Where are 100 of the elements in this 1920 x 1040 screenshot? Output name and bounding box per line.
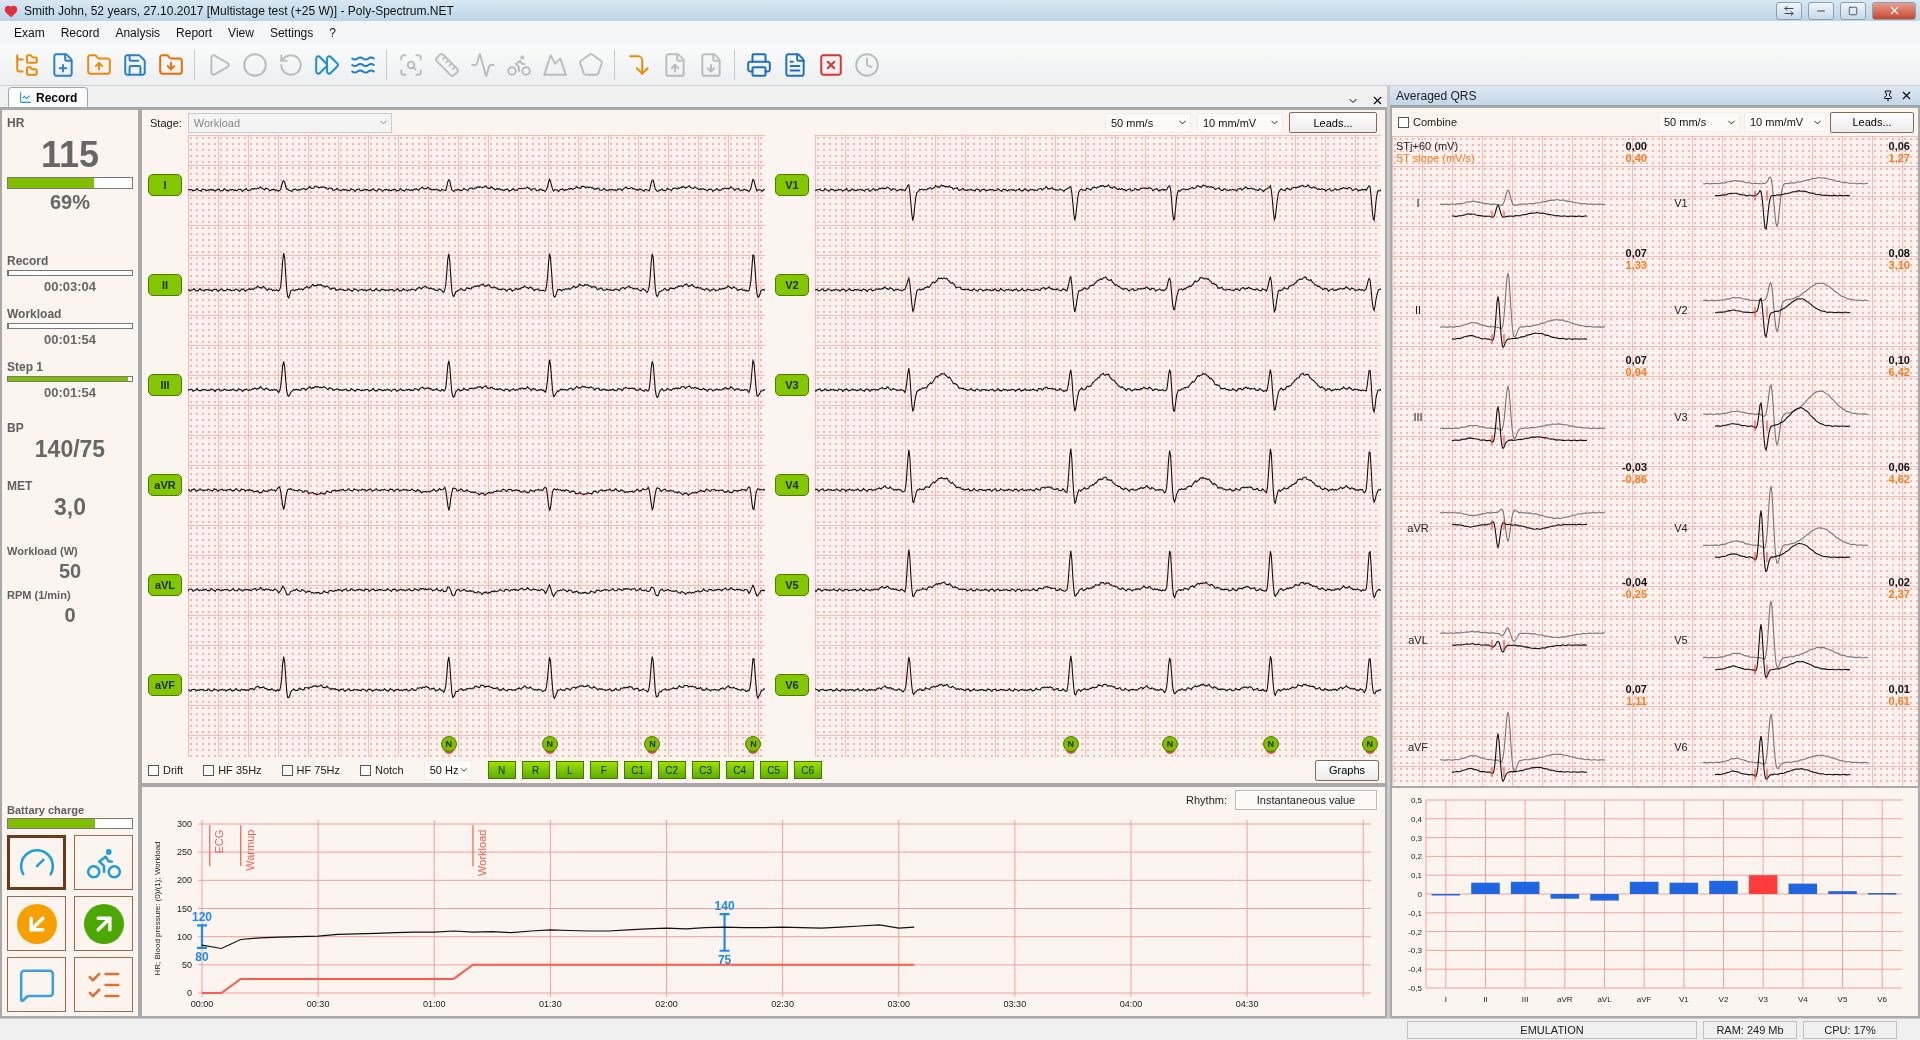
control-button[interactable] [74, 896, 133, 951]
lead-label: V5 [775, 574, 809, 596]
checkbox-label: Notch [375, 764, 404, 776]
menu-item[interactable]: View [220, 25, 262, 40]
metric-label: Workload (W) [7, 545, 79, 558]
percent-value: 69% [49, 191, 91, 215]
control-button[interactable] [74, 835, 133, 890]
speed-dropdown[interactable]: 50 mm/s [1105, 112, 1191, 133]
axis-label: 0,3 [1410, 833, 1422, 843]
control-button[interactable] [7, 896, 66, 951]
gain-dropdown[interactable]: 10 mm/mV [1744, 112, 1826, 132]
lead-toggle-button[interactable]: C1 [623, 761, 652, 779]
lead-label: V3 [775, 374, 809, 396]
beat-marker[interactable]: N [745, 736, 762, 752]
checkbox[interactable] [148, 764, 159, 776]
lead-toggle-button[interactable]: L [555, 761, 584, 779]
beat-marker[interactable]: N [1062, 736, 1079, 752]
pulse-icon [469, 51, 496, 78]
lead-toggle-button[interactable]: N [487, 761, 516, 779]
axis-label: -0,3 [1408, 946, 1422, 956]
axis-label: V3 [1758, 995, 1769, 1004]
axis-label: -0,4 [1408, 965, 1422, 975]
st-bar [1709, 880, 1738, 894]
lead-label: aVL [1407, 633, 1429, 646]
axis-label: I [1444, 995, 1447, 1004]
axis-label: V4 [1797, 995, 1808, 1004]
lead-toggle-button[interactable]: C6 [793, 761, 822, 779]
axis-label: III [1521, 995, 1529, 1004]
arrow-down-left-icon [16, 903, 57, 944]
stage-line [209, 824, 211, 867]
axis-label: V5 [1837, 995, 1848, 1004]
rhythm-mode-field[interactable]: Instantaneous value [1235, 790, 1377, 810]
st-value: 0,02 [1888, 576, 1910, 589]
lead-toggle-button[interactable]: F [589, 761, 618, 779]
lead-toggle-button[interactable]: C2 [657, 761, 686, 779]
checkbox[interactable] [281, 764, 293, 776]
checkbox-label: HF 75Hz [296, 764, 340, 776]
checkbox[interactable] [360, 764, 371, 776]
axis-label: -0,2 [1408, 927, 1422, 937]
beat-marker[interactable]: N [541, 736, 558, 752]
document-tab[interactable]: Record [8, 87, 89, 107]
lead-toggle-button[interactable]: C5 [759, 761, 788, 779]
checkbox[interactable] [1398, 116, 1409, 128]
lead-label: III [148, 374, 182, 396]
maximize-icon [1848, 5, 1858, 16]
lead-toggle-button[interactable]: R [521, 761, 550, 779]
axis-label: aVL [1597, 995, 1612, 1004]
bp-value: 140 [714, 899, 735, 914]
axis-label: 0,1 [1410, 871, 1422, 881]
st-slope-value: 2,37 [1888, 588, 1910, 601]
beat-marker[interactable]: N [1361, 736, 1378, 752]
menu-item[interactable]: Exam [6, 25, 53, 40]
status-field: CPU: 17% [1803, 1020, 1897, 1039]
timer-label: Step 1 [7, 360, 44, 375]
leads-button[interactable]: Leads... [1289, 112, 1377, 133]
axis-label: 0 [187, 988, 192, 998]
timer-value: 00:01:54 [42, 386, 97, 402]
menu-item[interactable]: Report [168, 25, 221, 40]
gain-dropdown[interactable]: 10 mm/mV [1197, 112, 1283, 133]
minimize-button[interactable] [1808, 1, 1834, 20]
axis-label: V6 [1877, 995, 1888, 1004]
timer-value: 00:01:54 [42, 333, 97, 349]
menu-item[interactable]: ? [321, 25, 344, 40]
lead-toggle-button[interactable]: C3 [691, 761, 720, 779]
axis-label: 300 [176, 819, 192, 829]
st-value: 0,07 [1625, 246, 1647, 259]
metric-label: MET [7, 479, 34, 494]
menu-item[interactable]: Analysis [107, 25, 169, 40]
beat-marker[interactable]: N [440, 736, 457, 752]
status-field: RAM: 249 Mb [1703, 1020, 1797, 1039]
graphs-button[interactable]: Graphs [1315, 759, 1379, 781]
control-button[interactable] [74, 957, 133, 1012]
lead-toggle-button[interactable]: C4 [725, 761, 754, 779]
checkbox[interactable] [203, 764, 215, 776]
chart-icon [19, 91, 32, 104]
axis-label: 00:30 [306, 999, 330, 1009]
mains-dropdown[interactable]: 50 Hz [423, 760, 472, 780]
axis-label: 0,5 [1410, 796, 1422, 805]
beat-marker[interactable]: N [1262, 736, 1279, 752]
switch-button[interactable] [1776, 1, 1802, 20]
peak-icon [541, 51, 568, 78]
menu-item[interactable]: Settings [261, 25, 322, 40]
control-button[interactable] [7, 835, 66, 890]
metric-label: BP [7, 421, 25, 436]
axis-label: 02:30 [771, 999, 794, 1009]
legend-label: ST slope (mV/s) [1396, 152, 1475, 164]
st-value: 0,08 [1888, 246, 1910, 259]
control-button[interactable] [7, 957, 66, 1012]
lead-label: aVL [148, 574, 182, 596]
st-value: 0,06 [1888, 140, 1910, 152]
st-value: 0,07 [1625, 683, 1647, 696]
axis-label: V2 [1718, 995, 1729, 1004]
lead-label: V4 [775, 474, 809, 496]
beat-marker[interactable]: N [644, 736, 661, 752]
maximize-button[interactable] [1840, 1, 1866, 20]
speed-dropdown[interactable]: 50 mm/s [1658, 112, 1740, 132]
menu-item[interactable]: Record [52, 25, 108, 40]
beat-marker[interactable]: N [1161, 736, 1178, 752]
axis-label: 50 [182, 959, 192, 970]
leads-button[interactable]: Leads... [1830, 111, 1914, 133]
